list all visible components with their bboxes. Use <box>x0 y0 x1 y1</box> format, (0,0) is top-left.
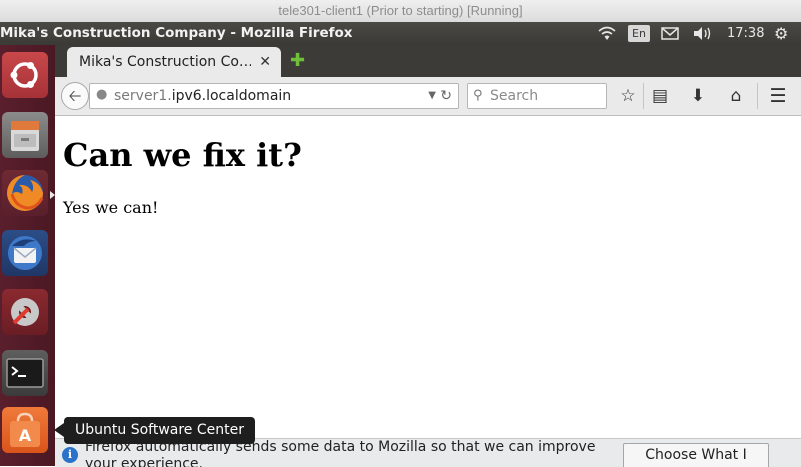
thunderbird-icon[interactable] <box>2 230 48 276</box>
sound-icon[interactable] <box>692 22 714 45</box>
home-icon[interactable]: ⌂ <box>723 83 749 109</box>
firefox-icon[interactable] <box>2 170 48 216</box>
page-paragraph: Yes we can! <box>63 198 159 217</box>
tab-title: Mika's Construction Co… <box>79 54 251 70</box>
tooltip-arrow <box>54 423 64 437</box>
tab-active[interactable]: Mika's Construction Co… ✕ <box>67 47 281 77</box>
url-history-dropdown-icon[interactable]: ▼ <box>428 84 436 108</box>
url-prefix: server1. <box>114 88 172 104</box>
search-input[interactable] <box>490 86 600 106</box>
window-title: Mika's Construction Company - Mozilla Fi… <box>0 25 353 41</box>
svg-text:A: A <box>19 426 32 445</box>
bookmark-star-icon[interactable]: ☆ <box>615 83 641 109</box>
reload-icon[interactable]: ↻ <box>440 84 452 108</box>
wifi-icon[interactable] <box>597 22 617 45</box>
ubuntu-software-center-icon[interactable]: A <box>2 407 48 453</box>
system-settings-icon[interactable] <box>2 289 48 335</box>
keyboard-layout-indicator[interactable]: En <box>628 25 650 42</box>
new-tab-plus-icon[interactable]: ✚ <box>290 50 305 71</box>
url-host: ipv6.localdomain <box>171 88 292 104</box>
launcher-tooltip: Ubuntu Software Center <box>64 417 255 444</box>
tab-close-icon[interactable]: ✕ <box>259 47 271 77</box>
hamburger-menu-icon[interactable]: ☰ <box>765 83 791 109</box>
clock[interactable]: 17:38 <box>727 22 764 45</box>
url-text[interactable]: server1.ipv6.localdomain <box>114 84 291 108</box>
top-panel: Mika's Construction Company - Mozilla Fi… <box>0 22 801 45</box>
gear-icon[interactable]: ⚙ <box>774 22 788 45</box>
launcher: A <box>0 45 55 466</box>
page-heading: Can we fix it? <box>63 136 302 174</box>
search-icon: ⚲ <box>473 88 483 103</box>
globe-icon: ● <box>96 87 108 102</box>
search-bar[interactable]: ⚲ <box>467 83 607 109</box>
tab-bar: Mika's Construction Co… ✕ ✚ <box>55 45 801 77</box>
mail-icon[interactable] <box>661 22 679 45</box>
navigation-toolbar: 🡠 ● server1.ipv6.localdomain ▼ ↻ ⚲ ☆ ▤ ⬇… <box>55 77 801 116</box>
page-content: Can we fix it? Yes we can! <box>55 116 801 466</box>
terminal-icon[interactable] <box>2 350 48 396</box>
info-icon: i <box>62 447 78 463</box>
back-arrow-icon[interactable]: 🡠 <box>61 82 89 110</box>
bookmarks-menu-icon[interactable]: ▤ <box>647 83 673 109</box>
ubuntu-dash-icon[interactable] <box>2 52 48 98</box>
toolbar-separator <box>757 83 758 109</box>
choose-what-i-share-button[interactable]: Choose What I Share <box>623 443 769 467</box>
url-bar[interactable]: ● server1.ipv6.localdomain ▼ ↻ <box>89 83 459 109</box>
downloads-icon[interactable]: ⬇ <box>685 83 711 109</box>
toolbar-separator <box>643 83 644 109</box>
vm-window-title: tele301-client1 (Prior to starting) [Run… <box>0 0 801 22</box>
files-icon[interactable] <box>2 112 48 158</box>
